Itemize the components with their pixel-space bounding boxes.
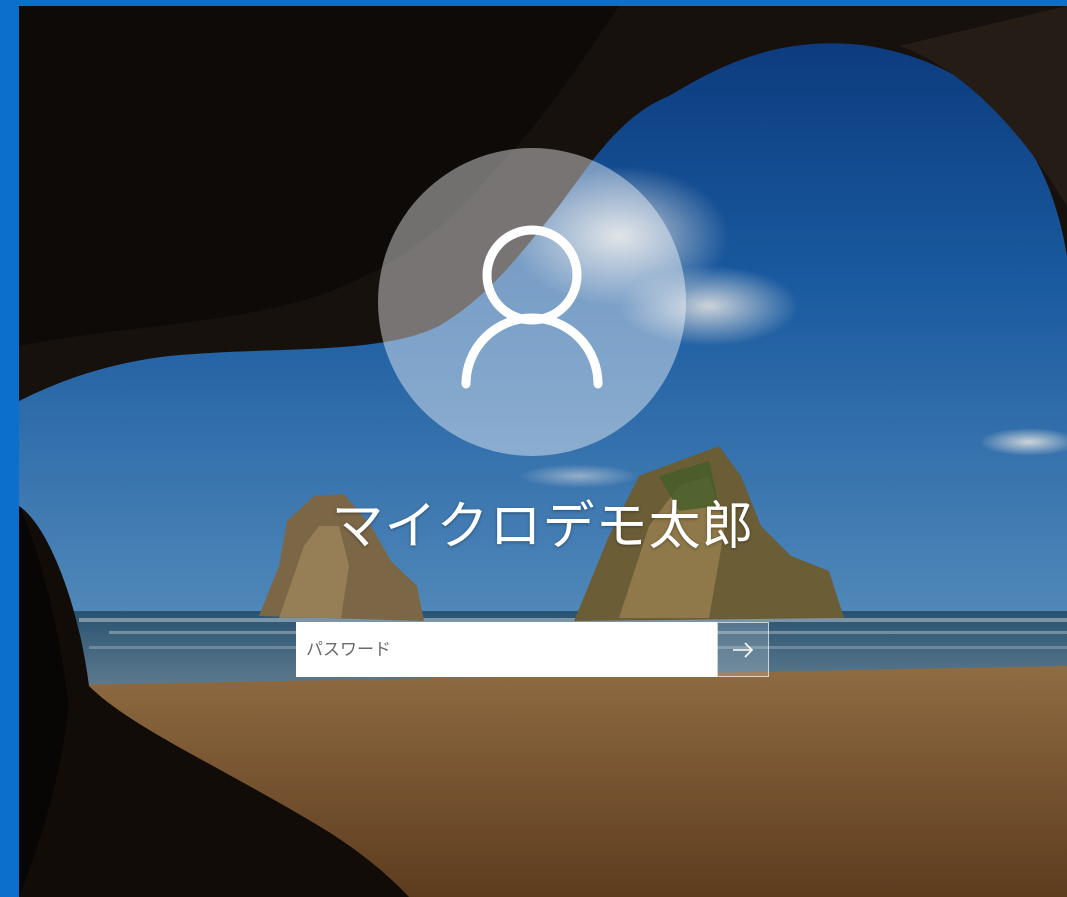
arrow-right-icon (733, 641, 754, 658)
password-input[interactable] (296, 622, 717, 677)
user-avatar (378, 148, 686, 456)
person-outline-icon (461, 225, 603, 389)
lock-screen: マイクロデモ太郎 (19, 6, 1067, 897)
submit-button[interactable] (717, 622, 769, 677)
user-display-name: マイクロデモ太郎 (331, 497, 755, 557)
password-row (296, 622, 769, 677)
